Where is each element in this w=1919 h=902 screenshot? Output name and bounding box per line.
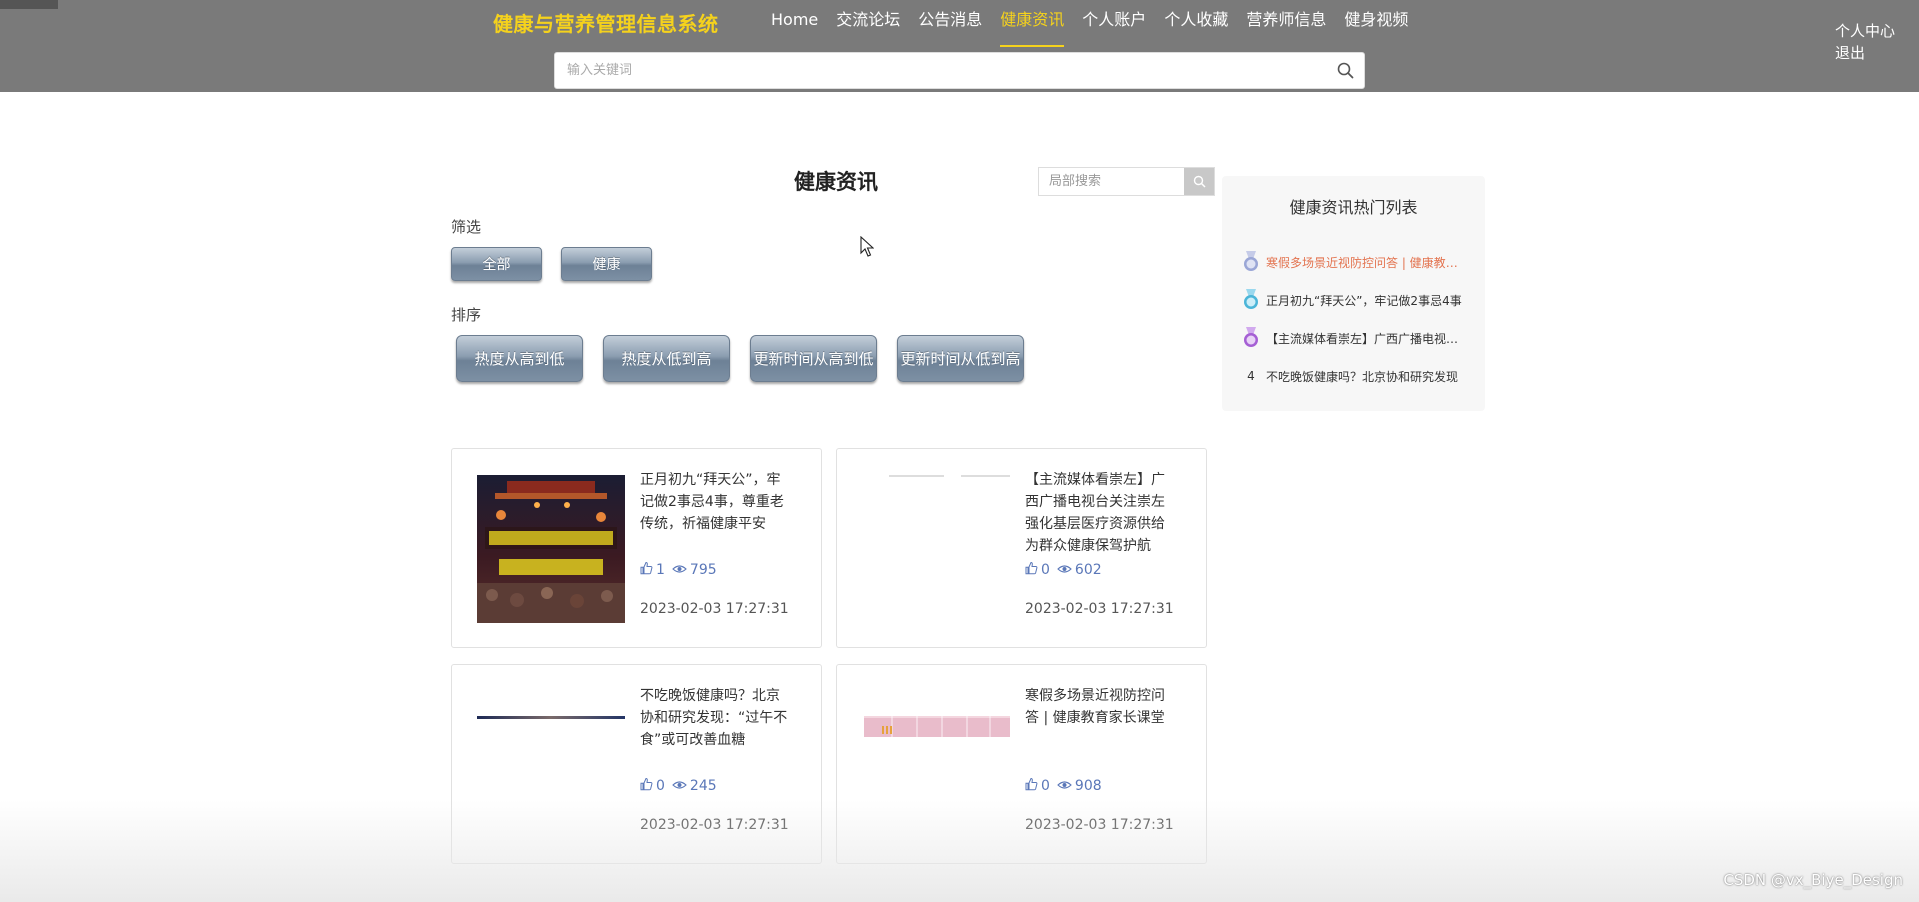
view-count: 245 bbox=[689, 778, 717, 794]
news-stats: 1 795 bbox=[640, 561, 721, 579]
news-stats: 0 602 bbox=[1025, 561, 1106, 579]
local-search-input[interactable] bbox=[1039, 168, 1181, 195]
news-card[interactable]: 寒假多场景近视防控问答 | 健康教育家长课堂 0 908 2023-02-03 … bbox=[836, 664, 1207, 864]
thumbs-up-icon bbox=[1025, 777, 1038, 795]
nav-item-home[interactable]: Home bbox=[762, 9, 827, 47]
site-title[interactable]: 健康与营养管理信息系统 bbox=[493, 8, 719, 37]
news-date: 2023-02-03 17:27:31 bbox=[1025, 817, 1174, 833]
news-thumbnail[interactable] bbox=[862, 691, 1010, 839]
hot-list-title: 健康资讯热门列表 bbox=[1289, 198, 1418, 217]
news-date: 2023-02-03 17:27:31 bbox=[1025, 601, 1174, 617]
corner-tab bbox=[0, 0, 58, 9]
logout-link[interactable]: 退出 bbox=[1835, 42, 1895, 64]
sort-popularity-desc-button[interactable]: 热度从高到低 bbox=[456, 335, 583, 382]
thumbs-up-icon bbox=[1025, 561, 1038, 579]
hot-list-item-text[interactable]: 寒假多场景近视防控问答 | 健康教育家长课堂 bbox=[1266, 254, 1467, 271]
hot-list-item[interactable]: 寒假多场景近视防控问答 | 健康教育家长课堂 bbox=[1242, 250, 1467, 274]
news-stats: 0 908 bbox=[1025, 777, 1106, 795]
like-count: 0 bbox=[656, 778, 665, 794]
main-nav: Home 交流论坛 公告消息 健康资讯 个人账户 个人收藏 营养师信息 健身视频 bbox=[762, 9, 1417, 47]
news-thumbnail[interactable] bbox=[477, 475, 625, 623]
hot-list-item-text[interactable]: 不吃晚饭健康吗？北京协和研究发现 bbox=[1266, 368, 1458, 385]
sort-label: 排序 bbox=[451, 306, 482, 324]
news-title[interactable]: 【主流媒体看崇左】广西广播电视台关注崇左强化基层医疗资源供给为群众健康保驾护航 bbox=[1025, 469, 1175, 557]
news-thumbnail[interactable] bbox=[477, 691, 625, 839]
rank-medal-icon bbox=[1242, 327, 1260, 349]
rank-medal-icon bbox=[1242, 289, 1260, 311]
local-search-button[interactable] bbox=[1184, 168, 1214, 195]
nav-item-forum[interactable]: 交流论坛 bbox=[827, 9, 909, 47]
global-search bbox=[554, 52, 1365, 89]
watermark: CSDN @vx_Biye_Design bbox=[1723, 871, 1903, 889]
news-title[interactable]: 正月初九“拜天公”，牢记做2事忌4事，尊重老传统，祈福健康平安 bbox=[640, 469, 790, 535]
eye-icon bbox=[672, 562, 687, 578]
sort-time-asc-button[interactable]: 更新时间从低到高 bbox=[897, 335, 1024, 382]
page-title: 健康资讯 bbox=[794, 170, 878, 194]
personal-center-link[interactable]: 个人中心 bbox=[1835, 20, 1895, 42]
thumbs-up-icon bbox=[640, 777, 653, 795]
filter-label: 筛选 bbox=[451, 218, 482, 236]
hot-list-item[interactable]: 4 不吃晚饭健康吗？北京协和研究发现 bbox=[1242, 364, 1467, 388]
like-count: 1 bbox=[656, 562, 665, 578]
news-card[interactable]: 正月初九“拜天公”，牢记做2事忌4事，尊重老传统，祈福健康平安 1 795 20… bbox=[451, 448, 822, 648]
nav-item-personal-account[interactable]: 个人账户 bbox=[1073, 9, 1155, 47]
hot-list-item[interactable]: 正月初九“拜天公”，牢记做2事忌4事 bbox=[1242, 288, 1467, 312]
eye-icon bbox=[1057, 778, 1072, 794]
filter-all-button[interactable]: 全部 bbox=[451, 247, 542, 281]
search-icon[interactable] bbox=[1337, 62, 1354, 83]
nav-item-favorites[interactable]: 个人收藏 bbox=[1155, 9, 1237, 47]
nav-item-announcements[interactable]: 公告消息 bbox=[909, 9, 991, 47]
hot-list-item-text[interactable]: 正月初九“拜天公”，牢记做2事忌4事 bbox=[1266, 292, 1462, 309]
news-title[interactable]: 寒假多场景近视防控问答 | 健康教育家长课堂 bbox=[1025, 685, 1175, 729]
news-stats: 0 245 bbox=[640, 777, 721, 795]
view-count: 602 bbox=[1074, 562, 1102, 578]
rank-number: 4 bbox=[1247, 369, 1255, 383]
top-navigation-bar: 健康与营养管理信息系统 Home 交流论坛 公告消息 健康资讯 个人账户 个人收… bbox=[0, 0, 1919, 92]
like-count: 0 bbox=[1041, 562, 1050, 578]
nav-item-fitness-videos[interactable]: 健身视频 bbox=[1335, 9, 1417, 47]
like-count: 0 bbox=[1041, 778, 1050, 794]
thumbs-up-icon bbox=[640, 561, 653, 579]
view-count: 795 bbox=[689, 562, 717, 578]
sort-popularity-asc-button[interactable]: 热度从低到高 bbox=[603, 335, 730, 382]
nav-item-dietitian-info[interactable]: 营养师信息 bbox=[1237, 9, 1335, 47]
news-thumbnail[interactable] bbox=[862, 475, 1010, 623]
hot-list-item[interactable]: 【主流媒体看崇左】广西广播电视台关注崇左 bbox=[1242, 326, 1467, 350]
filter-health-button[interactable]: 健康 bbox=[561, 247, 652, 281]
hot-list-panel: 健康资讯热门列表 寒假多场景近视防控问答 | 健康教育家长课堂 正月初九“拜天公… bbox=[1222, 176, 1485, 411]
view-count: 908 bbox=[1074, 778, 1102, 794]
eye-icon bbox=[672, 778, 687, 794]
rank-medal-icon bbox=[1242, 251, 1260, 273]
sort-time-desc-button[interactable]: 更新时间从高到低 bbox=[750, 335, 877, 382]
news-title[interactable]: 不吃晚饭健康吗？北京协和研究发现：“过午不食”或可改善血糖 bbox=[640, 685, 790, 751]
news-date: 2023-02-03 17:27:31 bbox=[640, 817, 789, 833]
eye-icon bbox=[1057, 562, 1072, 578]
user-links: 个人中心 退出 bbox=[1835, 20, 1895, 64]
news-card[interactable]: 不吃晚饭健康吗？北京协和研究发现：“过午不食”或可改善血糖 0 245 2023… bbox=[451, 664, 822, 864]
global-search-input[interactable] bbox=[555, 53, 1315, 88]
news-date: 2023-02-03 17:27:31 bbox=[640, 601, 789, 617]
nav-item-health-news[interactable]: 健康资讯 bbox=[991, 9, 1073, 47]
local-search bbox=[1038, 167, 1215, 196]
mouse-cursor-icon bbox=[860, 235, 875, 262]
search-icon bbox=[1193, 175, 1206, 188]
news-card[interactable]: 【主流媒体看崇左】广西广播电视台关注崇左强化基层医疗资源供给为群众健康保驾护航 … bbox=[836, 448, 1207, 648]
hot-list-item-text[interactable]: 【主流媒体看崇左】广西广播电视台关注崇左 bbox=[1266, 330, 1467, 347]
